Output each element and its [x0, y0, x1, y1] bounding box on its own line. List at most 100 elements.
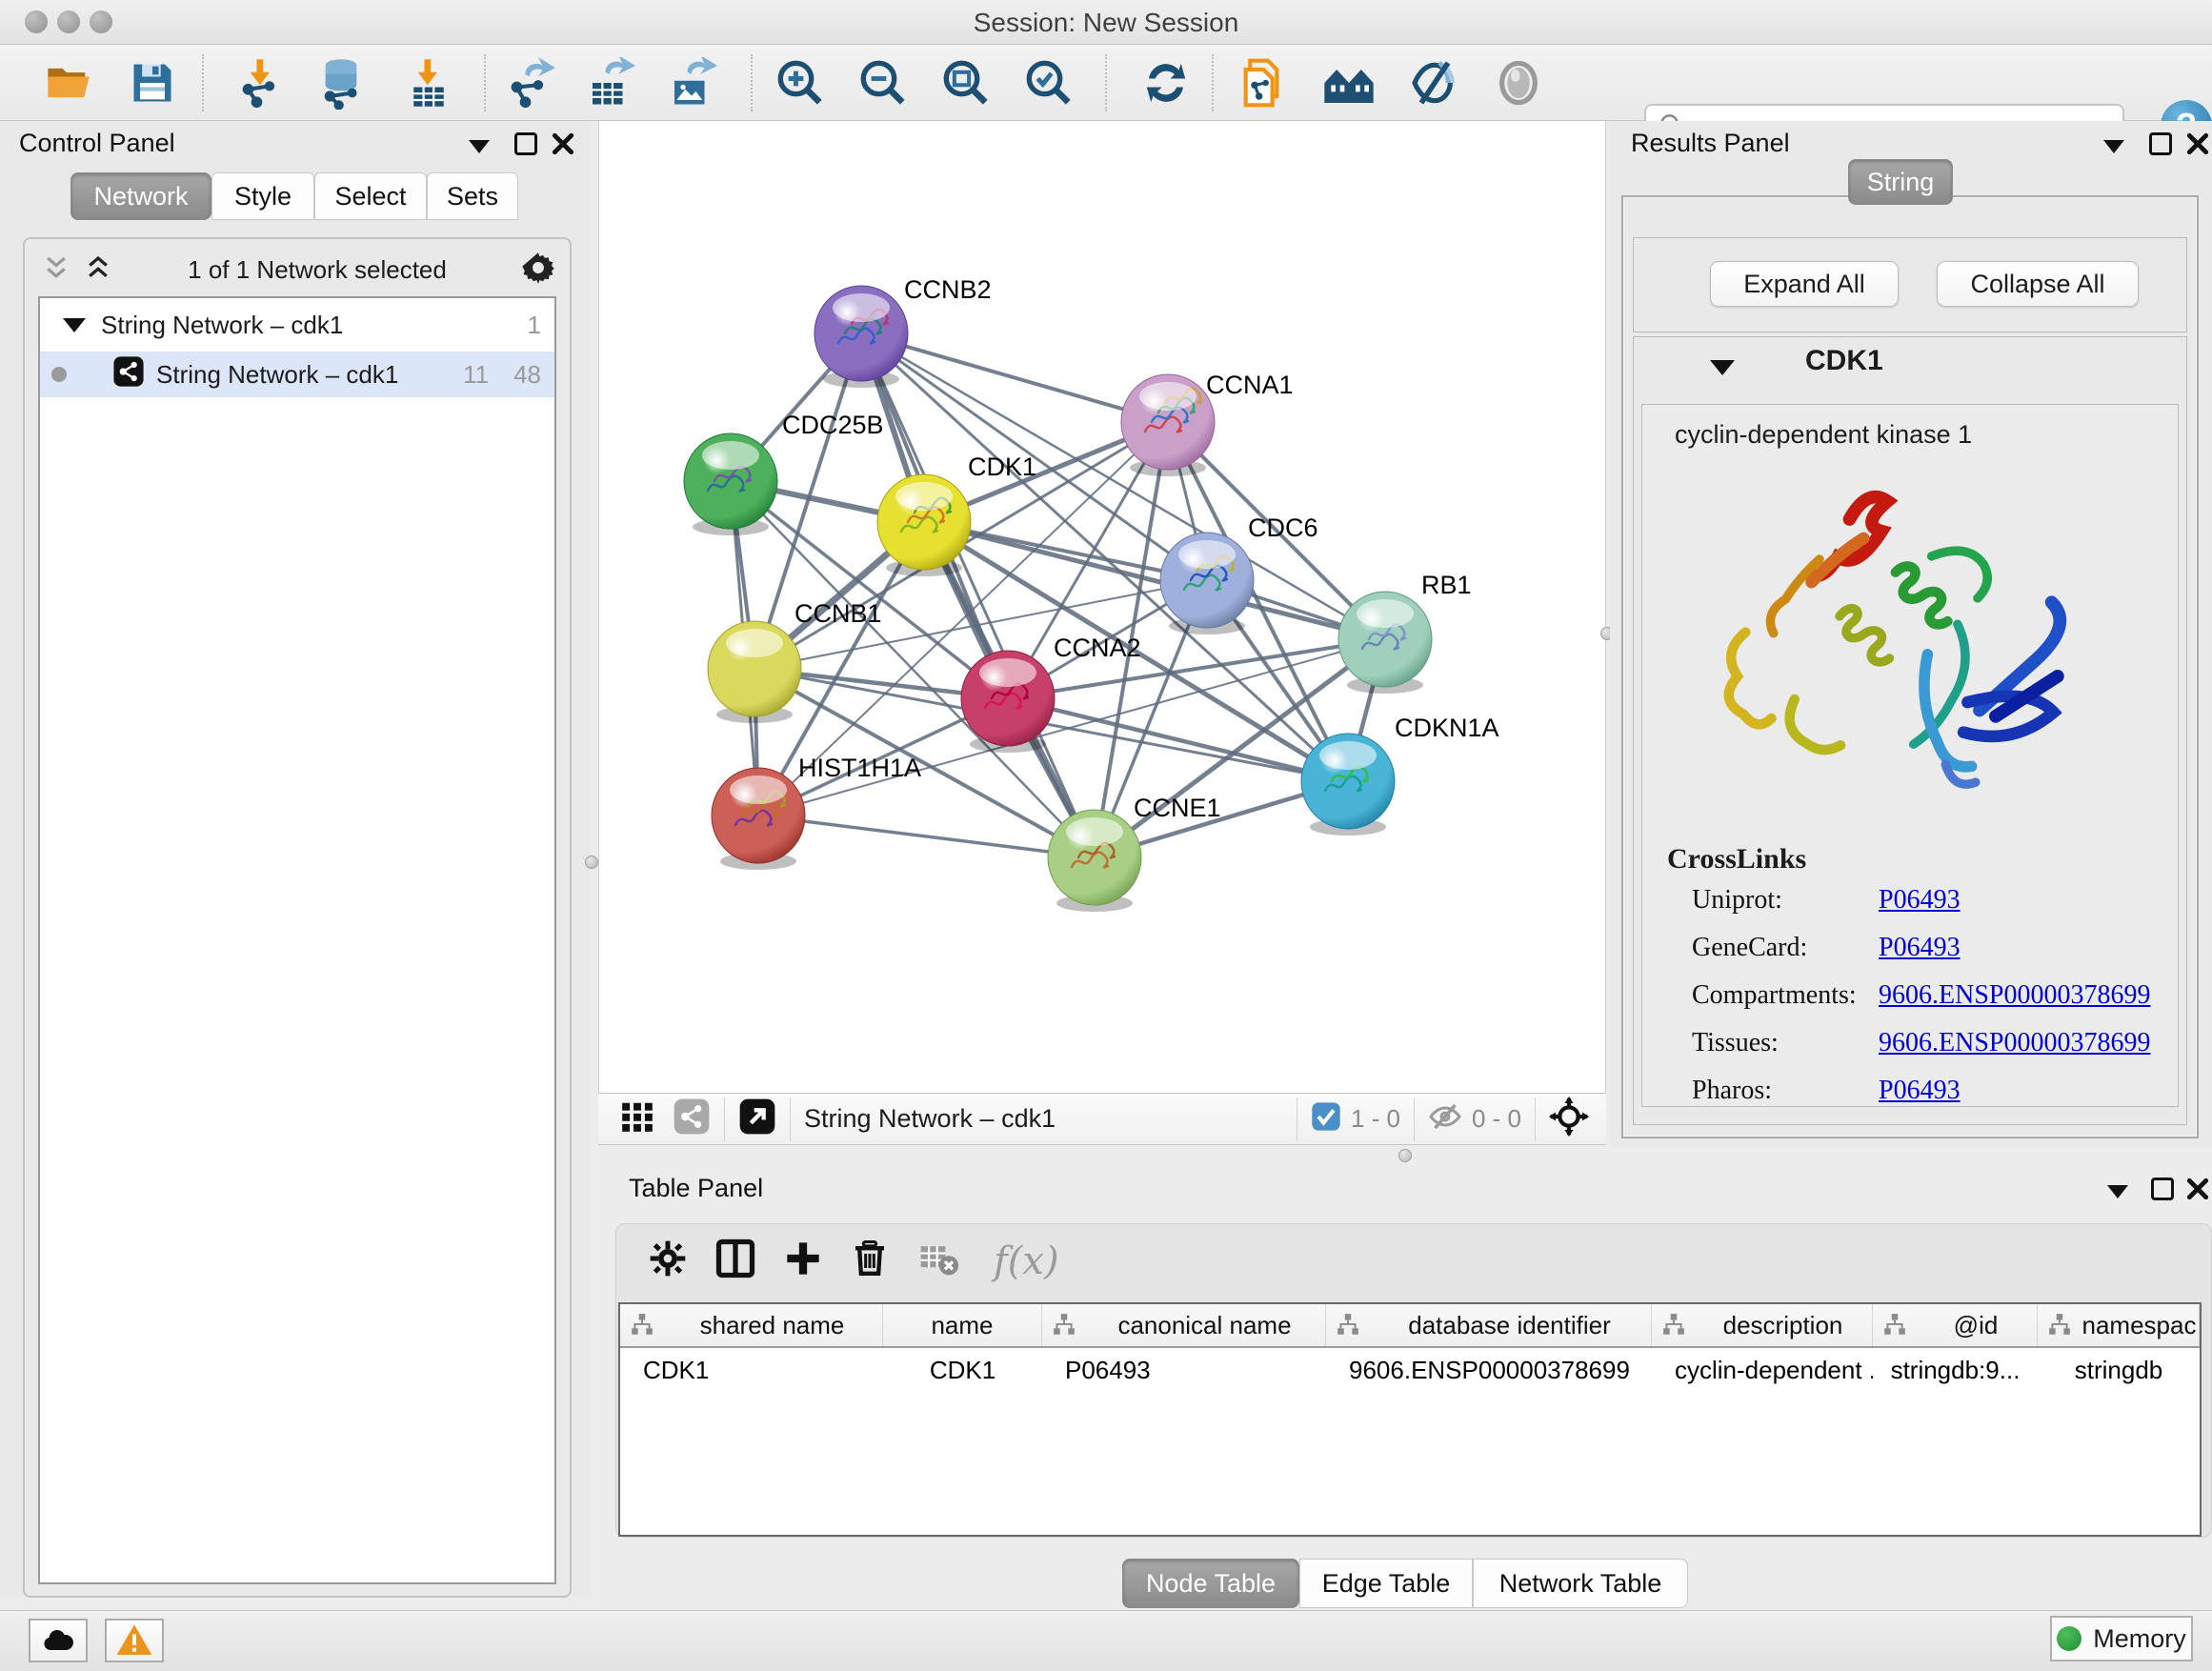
- tissues-link[interactable]: 9606.ENSP00000378699: [1879, 1028, 2150, 1058]
- control-panel-title: Control Panel: [19, 129, 175, 158]
- detach-view-icon[interactable]: [738, 1097, 776, 1140]
- horizontal-splitter[interactable]: [598, 1146, 2212, 1166]
- zoom-selected-icon[interactable]: [1022, 56, 1076, 110]
- table-row[interactable]: CDK1CDK1P064939606.ENSP00000378699cyclin…: [620, 1348, 2200, 1390]
- import-database-icon[interactable]: [314, 56, 368, 110]
- genecard-link[interactable]: P06493: [1879, 933, 1961, 963]
- compartments-link[interactable]: 9606.ENSP00000378699: [1879, 980, 2150, 1011]
- export-table-icon[interactable]: [583, 56, 636, 110]
- expand-all-button[interactable]: Expand All: [1710, 261, 1899, 307]
- selected-checkbox-icon[interactable]: [1311, 1101, 1341, 1137]
- section-expander-icon[interactable]: [1710, 360, 1735, 375]
- panel-collapse-icon[interactable]: [469, 140, 490, 153]
- import-table-icon[interactable]: [402, 56, 455, 110]
- collection-count: 1: [528, 311, 541, 340]
- export-network-icon[interactable]: [503, 56, 556, 110]
- zoom-out-icon[interactable]: [856, 56, 910, 110]
- network-node-HIST1H1A[interactable]: HIST1H1A: [712, 754, 921, 870]
- node-label: CDK1: [968, 453, 1036, 481]
- save-floppy-icon[interactable]: [126, 56, 179, 110]
- panel-float-icon[interactable]: [2151, 1178, 2174, 1200]
- cell-5[interactable]: stringdb:9...: [1873, 1348, 2038, 1390]
- network-node-CDC25B[interactable]: CDC25B: [684, 411, 884, 535]
- warning-button[interactable]: [105, 1619, 164, 1662]
- grid-view-icon[interactable]: [619, 1098, 655, 1139]
- delete-table-icon[interactable]: [917, 1238, 959, 1284]
- panel-collapse-icon[interactable]: [2103, 140, 2124, 153]
- footer-separator: [1414, 1097, 1415, 1141]
- cell-1[interactable]: CDK1: [883, 1348, 1042, 1390]
- panel-close-icon[interactable]: [551, 131, 575, 161]
- export-image-icon[interactable]: [665, 56, 718, 110]
- tree-expander-icon[interactable]: [63, 318, 86, 332]
- cdk1-details: cyclin-dependent kinase 1: [1641, 404, 2179, 1107]
- hide-panels-icon[interactable]: [1408, 56, 1461, 110]
- network-node-CDKN1A[interactable]: CDKN1A: [1301, 714, 1499, 836]
- panel-float-icon[interactable]: [514, 132, 537, 155]
- show-panel-icon[interactable]: [1492, 56, 1545, 110]
- network-row[interactable]: String Network – cdk1 11 48: [40, 352, 554, 397]
- delete-column-icon[interactable]: [851, 1239, 889, 1282]
- cell-0[interactable]: CDK1: [620, 1348, 883, 1390]
- toolbar-separator: [1212, 54, 1214, 111]
- network-node-CCNB1[interactable]: CCNB1: [708, 599, 882, 723]
- clone-network-icon[interactable]: [1235, 56, 1288, 110]
- cell-4[interactable]: cyclin-dependent ...: [1652, 1348, 1873, 1390]
- cloud-button[interactable]: [29, 1619, 88, 1662]
- zoom-in-icon[interactable]: [774, 56, 827, 110]
- column-header-2[interactable]: canonical name: [1042, 1304, 1326, 1346]
- tab-string[interactable]: String: [1848, 159, 1953, 205]
- cell-6[interactable]: stringdb: [2038, 1348, 2200, 1390]
- control-panel-tabs: Network Style Select Sets: [70, 172, 518, 220]
- tab-select[interactable]: Select: [314, 172, 427, 220]
- panel-float-icon[interactable]: [2149, 132, 2172, 155]
- left-splitter-handle[interactable]: [585, 856, 598, 869]
- splitter-handle[interactable]: [1398, 1149, 1412, 1162]
- column-header-6[interactable]: namespac: [2038, 1304, 2200, 1346]
- collapse-all-icon[interactable]: [42, 253, 70, 287]
- memory-button[interactable]: Memory: [2050, 1616, 2193, 1661]
- network-canvas[interactable]: CCNB2CCNA1CDC25BCDK1CDC6RB1CCNB1CCNA2CDK…: [598, 121, 1606, 1093]
- network-share-view-icon[interactable]: [673, 1097, 711, 1140]
- tab-network[interactable]: Network: [70, 172, 211, 220]
- crosslink-row: Uniprot: P06493: [1692, 885, 2168, 916]
- panel-collapse-icon[interactable]: [2107, 1185, 2128, 1198]
- node-label: CCNA1: [1206, 371, 1294, 399]
- crosslinks-heading: CrossLinks: [1667, 843, 1806, 876]
- node-label: HIST1H1A: [798, 754, 921, 782]
- network-collection-row[interactable]: String Network – cdk1 1: [40, 302, 554, 348]
- cell-3[interactable]: 9606.ENSP00000378699: [1326, 1348, 1652, 1390]
- function-builder-icon[interactable]: f(x): [994, 1239, 1059, 1283]
- tab-node-table[interactable]: Node Table: [1122, 1559, 1299, 1608]
- birdseye-icon[interactable]: [1549, 1097, 1589, 1141]
- tab-edge-table[interactable]: Edge Table: [1299, 1559, 1473, 1608]
- column-header-4[interactable]: description: [1652, 1304, 1873, 1346]
- crosslink-row: Tissues: 9606.ENSP00000378699: [1692, 1028, 2168, 1058]
- tab-sets[interactable]: Sets: [427, 172, 518, 220]
- open-folder-icon[interactable]: [42, 56, 95, 110]
- column-header-1[interactable]: name: [883, 1304, 1042, 1346]
- refresh-icon[interactable]: [1139, 56, 1193, 110]
- uniprot-link[interactable]: P06493: [1879, 885, 1961, 916]
- home-icon[interactable]: [1322, 56, 1376, 110]
- import-network-icon[interactable]: [234, 56, 288, 110]
- pharos-link[interactable]: P06493: [1879, 1076, 1961, 1106]
- column-header-3[interactable]: database identifier: [1326, 1304, 1652, 1346]
- column-header-5[interactable]: @id: [1873, 1304, 2038, 1346]
- panel-close-icon[interactable]: [2185, 1177, 2210, 1206]
- cell-2[interactable]: P06493: [1042, 1348, 1326, 1390]
- table-gear-icon[interactable]: [649, 1239, 687, 1282]
- show-columns-icon[interactable]: [715, 1238, 755, 1283]
- panel-close-icon[interactable]: [2185, 131, 2210, 161]
- footer-separator: [790, 1097, 791, 1141]
- add-column-icon[interactable]: [784, 1239, 822, 1282]
- network-node-RB1[interactable]: RB1: [1338, 571, 1472, 694]
- expand-all-icon[interactable]: [84, 253, 112, 287]
- gear-icon[interactable]: [522, 252, 554, 289]
- hidden-eye-icon[interactable]: [1428, 1099, 1462, 1138]
- zoom-fit-icon[interactable]: [939, 56, 993, 110]
- tab-style[interactable]: Style: [211, 172, 314, 220]
- column-header-0[interactable]: shared name: [620, 1304, 883, 1346]
- collapse-all-button[interactable]: Collapse All: [1937, 261, 2139, 307]
- tab-network-table[interactable]: Network Table: [1473, 1559, 1688, 1608]
